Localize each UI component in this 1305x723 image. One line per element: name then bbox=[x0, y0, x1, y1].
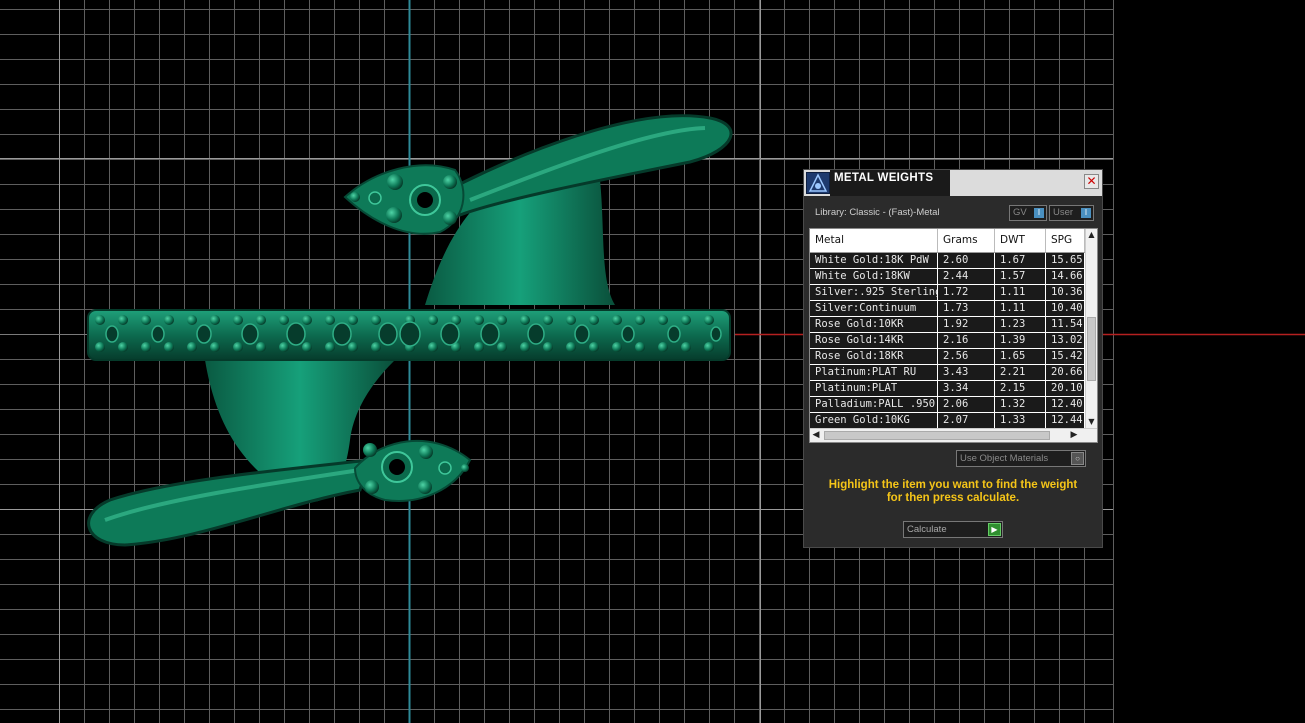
chevron-down-icon[interactable]: ▼ bbox=[1086, 416, 1097, 428]
cell-grams: 2.16 bbox=[938, 333, 995, 348]
instruction-text: Highlight the item you want to find the … bbox=[814, 479, 1092, 505]
cell-grams: 3.34 bbox=[938, 381, 995, 396]
cell-metal: Rose Gold:14KR bbox=[810, 333, 938, 348]
cell-dwt: 1.33 bbox=[995, 413, 1046, 428]
chevron-right-icon[interactable]: ▶ bbox=[1068, 429, 1080, 442]
chevron-up-icon[interactable]: ▲ bbox=[1086, 229, 1097, 241]
toggle-icon: ○ bbox=[1071, 452, 1084, 465]
cell-metal: Rose Gold:10KR bbox=[810, 317, 938, 332]
cell-metal: Rose Gold:18KR bbox=[810, 349, 938, 364]
use-object-materials-label: Use Object Materials bbox=[960, 453, 1049, 464]
cell-dwt: 1.57 bbox=[995, 269, 1046, 284]
cell-spg: 15.42 bbox=[1046, 349, 1085, 364]
close-icon: ✕ bbox=[1086, 174, 1097, 188]
panel-titlebar[interactable]: METAL WEIGHTS ✕ bbox=[804, 170, 1102, 196]
cell-dwt: 1.11 bbox=[995, 285, 1046, 300]
panel-title: METAL WEIGHTS bbox=[834, 172, 934, 184]
cell-spg: 20.66 bbox=[1046, 365, 1085, 380]
table-row[interactable]: White Gold:18KW 2.44 1.57 14.66 bbox=[810, 269, 1085, 285]
cell-grams: 3.43 bbox=[938, 365, 995, 380]
table-row[interactable]: Silver:.925 Sterling 1.72 1.11 10.36 bbox=[810, 285, 1085, 301]
viewport-3d[interactable] bbox=[0, 0, 1305, 723]
metal-weights-panel: METAL WEIGHTS ✕ Library: Classic - (Fast… bbox=[803, 169, 1103, 548]
instruction-line-1: Highlight the item you want to find the … bbox=[828, 479, 1078, 491]
calculate-button[interactable]: Calculate ▶ bbox=[903, 521, 1003, 538]
viewport-background bbox=[0, 0, 1305, 723]
gv-toggle[interactable]: GV I bbox=[1009, 205, 1047, 221]
metal-table[interactable]: Metal Grams DWT SPG White Gold:18K PdW 2.… bbox=[809, 228, 1098, 443]
cell-metal: White Gold:18K PdW bbox=[810, 253, 938, 268]
column-header-spg[interactable]: SPG bbox=[1046, 229, 1085, 252]
cell-spg: 14.66 bbox=[1046, 269, 1085, 284]
calculate-label: Calculate bbox=[907, 524, 947, 535]
cell-grams: 1.73 bbox=[938, 301, 995, 316]
scroll-thumb[interactable] bbox=[1087, 317, 1096, 381]
cell-metal: Silver:Continuum bbox=[810, 301, 938, 316]
cell-dwt: 1.11 bbox=[995, 301, 1046, 316]
table-row[interactable]: Platinum:PLAT RU 3.43 2.21 20.66 bbox=[810, 365, 1085, 381]
vertical-scrollbar[interactable]: ▲ ▼ bbox=[1085, 229, 1097, 428]
table-row[interactable]: Palladium:PALL .950 2.06 1.32 12.40 bbox=[810, 397, 1085, 413]
column-header-metal[interactable]: Metal bbox=[810, 229, 938, 252]
cell-grams: 2.06 bbox=[938, 397, 995, 412]
table-header: Metal Grams DWT SPG bbox=[810, 229, 1085, 253]
cell-dwt: 1.65 bbox=[995, 349, 1046, 364]
gv-toggle-label: GV bbox=[1013, 207, 1027, 218]
cell-dwt: 2.21 bbox=[995, 365, 1046, 380]
cell-spg: 13.02 bbox=[1046, 333, 1085, 348]
close-button[interactable]: ✕ bbox=[1084, 174, 1099, 189]
user-toggle[interactable]: User I bbox=[1049, 205, 1094, 221]
cell-grams: 1.72 bbox=[938, 285, 995, 300]
cell-dwt: 1.32 bbox=[995, 397, 1046, 412]
cell-metal: Platinum:PLAT RU bbox=[810, 365, 938, 380]
user-toggle-label: User bbox=[1053, 207, 1074, 218]
cell-grams: 2.07 bbox=[938, 413, 995, 428]
cell-grams: 2.44 bbox=[938, 269, 995, 284]
app-logo-icon bbox=[806, 172, 830, 194]
toggle-icon: I bbox=[1034, 208, 1044, 218]
table-row[interactable]: Rose Gold:14KR 2.16 1.39 13.02 bbox=[810, 333, 1085, 349]
cell-spg: 20.10 bbox=[1046, 381, 1085, 396]
cell-spg: 11.54 bbox=[1046, 317, 1085, 332]
column-header-dwt[interactable]: DWT bbox=[995, 229, 1046, 252]
table-row[interactable]: Silver:Continuum 1.73 1.11 10.40 bbox=[810, 301, 1085, 317]
table-row[interactable]: Rose Gold:10KR 1.92 1.23 11.54 bbox=[810, 317, 1085, 333]
cell-spg: 12.44 bbox=[1046, 413, 1085, 428]
cell-grams: 2.60 bbox=[938, 253, 995, 268]
cell-spg: 10.40 bbox=[1046, 301, 1085, 316]
cell-spg: 10.36 bbox=[1046, 285, 1085, 300]
cell-spg: 15.65 bbox=[1046, 253, 1085, 268]
cell-metal: Palladium:PALL .950 bbox=[810, 397, 938, 412]
cell-dwt: 2.15 bbox=[995, 381, 1046, 396]
cell-dwt: 1.39 bbox=[995, 333, 1046, 348]
play-icon: ▶ bbox=[988, 523, 1001, 536]
cell-metal: Silver:.925 Sterling bbox=[810, 285, 938, 300]
use-object-materials-toggle[interactable]: Use Object Materials ○ bbox=[956, 450, 1086, 467]
cell-metal: Green Gold:10KG bbox=[810, 413, 938, 428]
toggle-icon: I bbox=[1081, 208, 1091, 218]
chevron-left-icon[interactable]: ◀ bbox=[810, 429, 822, 442]
table-row[interactable]: Green Gold:10KG 2.07 1.33 12.44 bbox=[810, 413, 1085, 429]
horizontal-scrollbar[interactable]: ◀ ▶ bbox=[810, 428, 1097, 442]
table-row[interactable]: Platinum:PLAT 3.34 2.15 20.10 bbox=[810, 381, 1085, 397]
scroll-thumb[interactable] bbox=[824, 431, 1050, 440]
cell-dwt: 1.67 bbox=[995, 253, 1046, 268]
library-label: Library: Classic - (Fast)-Metal bbox=[815, 207, 940, 218]
cell-grams: 1.92 bbox=[938, 317, 995, 332]
cell-dwt: 1.23 bbox=[995, 317, 1046, 332]
table-row[interactable]: White Gold:18K PdW 2.60 1.67 15.65 bbox=[810, 253, 1085, 269]
column-header-grams[interactable]: Grams bbox=[938, 229, 995, 252]
viewport-canvas[interactable] bbox=[0, 0, 1305, 723]
cell-metal: Platinum:PLAT bbox=[810, 381, 938, 396]
cell-metal: White Gold:18KW bbox=[810, 269, 938, 284]
table-row[interactable]: Rose Gold:18KR 2.56 1.65 15.42 bbox=[810, 349, 1085, 365]
instruction-line-2: for then press calculate. bbox=[886, 492, 1020, 504]
cell-grams: 2.56 bbox=[938, 349, 995, 364]
cell-spg: 12.40 bbox=[1046, 397, 1085, 412]
table-body: White Gold:18K PdW 2.60 1.67 15.65 White Go… bbox=[810, 253, 1085, 429]
